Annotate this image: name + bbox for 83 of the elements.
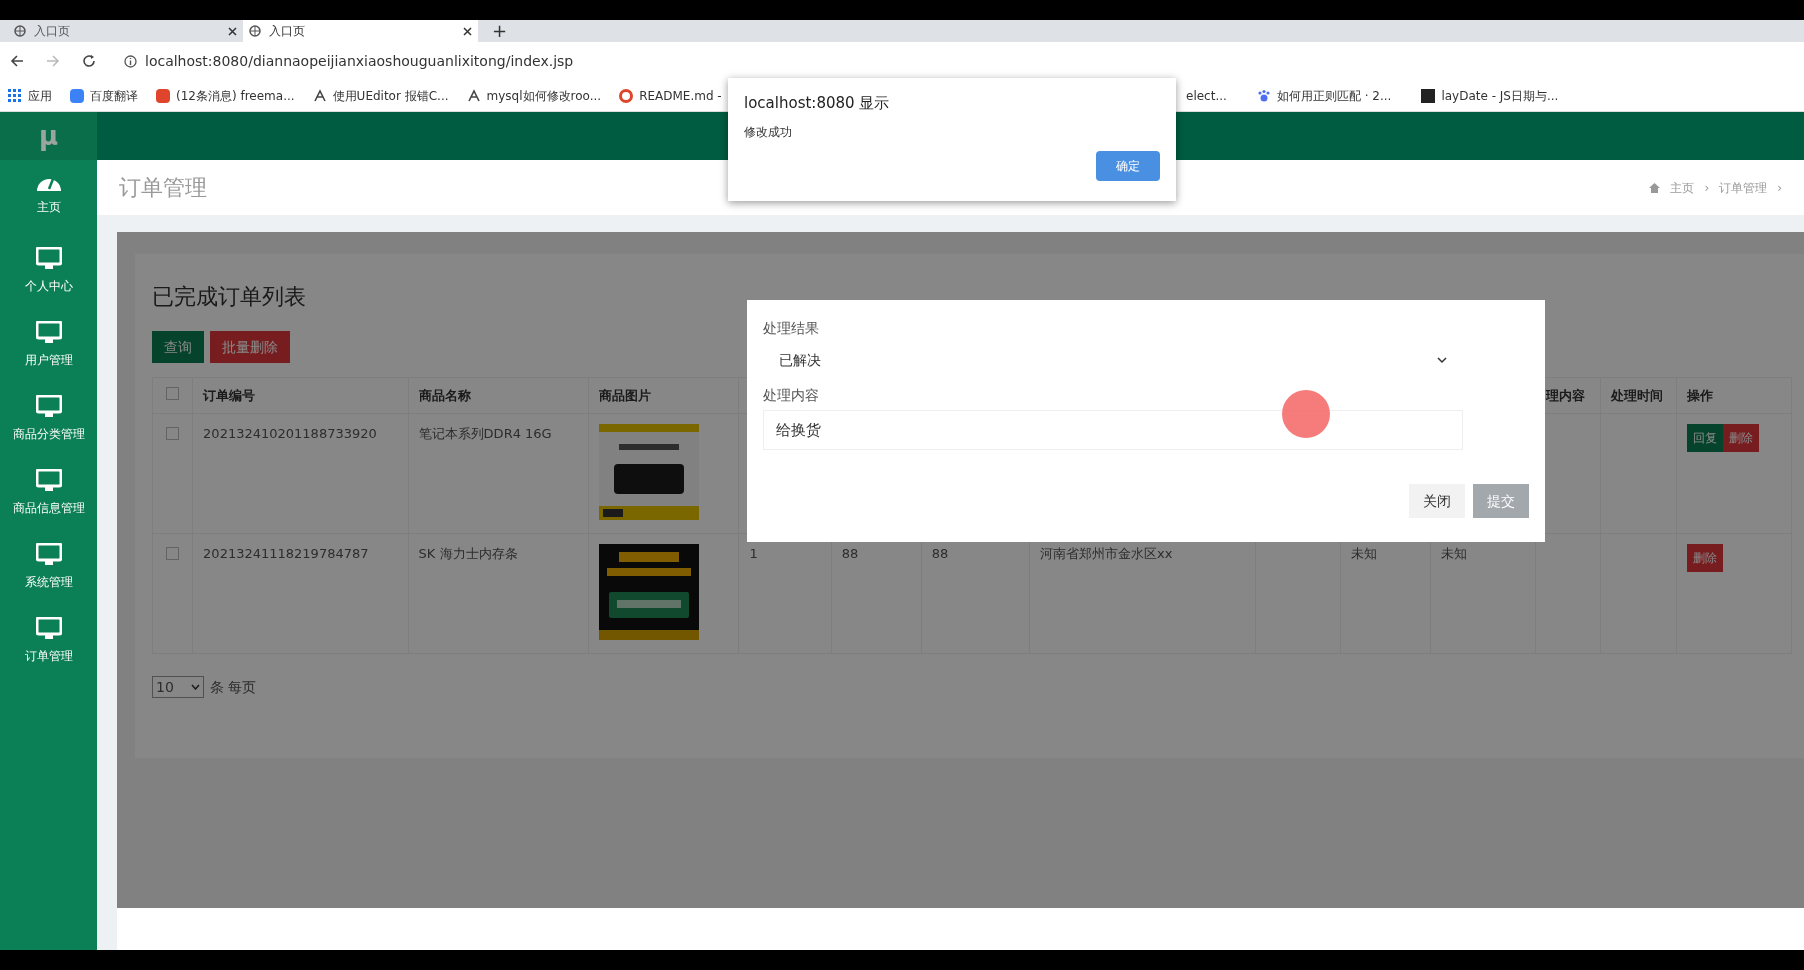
breadcrumb-separator: › [1777,179,1782,197]
chevron-down-icon [191,684,200,690]
browser-tab[interactable]: 入口页 [243,20,478,42]
dashboard-icon [35,178,62,192]
bookmark-link[interactable]: 使用UEditor 报错C... [332,86,449,105]
bookmark-link[interactable]: 如何用正则匹配 · 2... [1276,86,1392,105]
bookmark-link[interactable]: mysql如何修改roo... [486,86,602,105]
bookmark-link[interactable]: README.md - [639,86,722,105]
panel-title: 已完成订单列表 [152,283,307,311]
page-title: 订单管理 [119,174,207,202]
bookmark-link[interactable]: 百度翻译 [90,86,138,105]
monitor-icon [35,395,62,419]
column-header: 操作 [1686,387,1713,403]
browser-tab[interactable]: 入口页 [8,20,243,42]
bookmark-icon [1421,88,1436,103]
delete-button[interactable]: 删除 [1686,544,1723,572]
reply-button[interactable]: 回复 [1686,424,1723,452]
column-header: 商品名称 [418,387,471,403]
table-cell: 202132410201188733920 [203,426,377,441]
column-header: 商品图片 [599,387,652,403]
close-icon[interactable] [228,26,237,36]
result-select[interactable]: 已解决 [763,343,1463,377]
checkbox[interactable] [166,427,180,440]
reload-icon[interactable] [82,54,96,68]
alert-message: 修改成功 [744,123,793,141]
sidebar-item[interactable]: 主页 [0,160,97,234]
content-input[interactable]: 给换货 [763,410,1463,450]
field-label: 处理内容 [763,386,820,405]
table-cell: SK 海力士内存条 [418,546,518,561]
close-icon[interactable] [463,26,472,36]
search-button[interactable]: 查询 [152,331,204,363]
bookmark-link[interactable]: (12条消息) freema... [176,86,295,105]
table-cell: 88 [931,546,949,561]
home-icon [1649,182,1661,193]
alert-title: localhost:8080 显示 [744,93,891,114]
monitor-icon [35,617,62,641]
logo: μ [38,119,59,153]
table-cell: 笔记本系列DDR4 16G [418,426,552,441]
sidebar-item[interactable]: 订单管理 [0,604,97,678]
sidebar-item[interactable]: 个人中心 [0,234,97,308]
bookmark-icon [156,88,170,103]
page-size-label: 条 每页 [210,677,257,697]
monitor-icon [35,543,62,567]
info-icon [124,54,137,68]
breadcrumb-link[interactable]: 主页 [1670,178,1695,197]
table-cell: 20213241118219784787 [203,546,369,561]
page-size-select[interactable]: 10 [152,676,204,698]
bookmark-link[interactable]: 应用 [28,86,52,105]
monitor-icon [35,321,62,345]
sidebar-item[interactable]: 商品分类管理 [0,382,97,456]
back-icon[interactable] [10,54,24,68]
bookmark-link[interactable]: layDate - JS日期与... [1441,86,1559,105]
field-label: 处理结果 [763,319,820,338]
new-tab-button[interactable]: + [492,20,508,42]
column-header: 订单编号 [203,387,256,403]
globe-icon [14,25,26,37]
table-cell: 未知 [1350,546,1377,561]
column-header: 处理时间 [1611,387,1664,403]
table-cell: 1 [749,546,758,561]
checkbox[interactable] [166,386,180,400]
monitor-icon [35,247,62,271]
bookmark-link[interactable]: elect... [1186,86,1227,105]
delete-button[interactable]: 删除 [1722,424,1759,452]
close-button[interactable]: 关闭 [1409,484,1465,518]
sidebar-item[interactable]: 商品信息管理 [0,456,97,530]
apps-grid-icon [8,88,22,103]
globe-icon [249,25,261,37]
column-header: 理内容 [1546,387,1586,403]
breadcrumb-separator: › [1704,179,1710,197]
sidebar-item[interactable]: 系统管理 [0,530,97,604]
batch-delete-button[interactable]: 批量删除 [210,331,290,363]
monitor-icon [35,469,62,493]
breadcrumb-link[interactable]: 订单管理 [1719,178,1768,197]
checkbox[interactable] [166,547,180,560]
table-cell: 河南省郑州市金水区xx [1040,546,1173,561]
paw-icon [1256,88,1271,103]
bookmark-icon [619,88,634,103]
ok-button[interactable]: 确定 [1096,150,1160,181]
chevron-down-icon [1437,356,1447,364]
table-cell: 未知 [1441,546,1468,561]
table-cell: 88 [841,546,859,561]
sidebar-item[interactable]: 用户管理 [0,308,97,382]
address-bar[interactable]: localhost:8080/diannaopeijianxiaoshouguanlixitong/index.jsp [118,47,1518,75]
